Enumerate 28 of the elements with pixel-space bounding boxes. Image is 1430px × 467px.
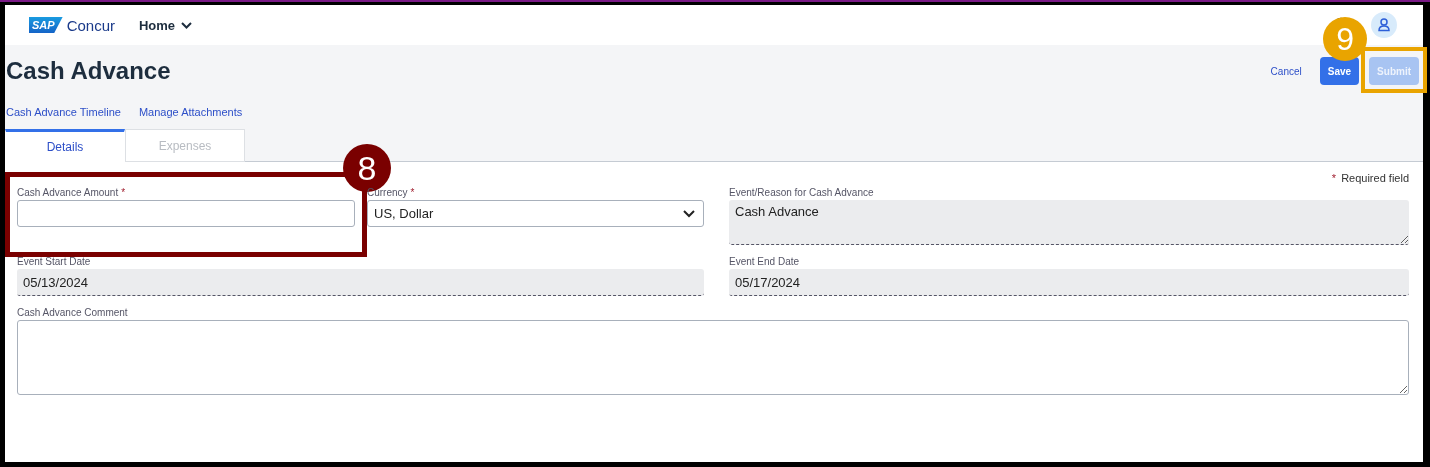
action-button[interactable]: Save — [1319, 57, 1360, 85]
page-link[interactable]: Cash Advance Timeline — [6, 106, 121, 118]
input-field[interactable]: 05/17/2024 — [729, 269, 1409, 296]
logo-mark: SAP — [29, 17, 63, 33]
page-title: Cash Advance — [5, 57, 171, 85]
required-asterisk: * — [1331, 172, 1337, 184]
chevron-down-icon — [181, 21, 193, 29]
required-asterisk: * — [121, 186, 126, 198]
required-note: Required field — [1341, 172, 1409, 184]
text-area[interactable] — [17, 320, 1409, 395]
currency-dropdown[interactable]: US, Dollar — [367, 200, 704, 227]
field-label: Cash Advance Comment — [17, 306, 128, 318]
logo-text: Concur — [66, 16, 115, 34]
tab[interactable]: Details — [5, 129, 125, 162]
field-label: Cash Advance Amount — [17, 186, 119, 198]
user-avatar-icon[interactable] — [1371, 12, 1397, 38]
required-asterisk: * — [410, 186, 415, 198]
chevron-down-icon — [683, 209, 695, 218]
text-area[interactable]: Cash Advance — [729, 200, 1409, 245]
cancel-link[interactable]: Cancel — [1262, 57, 1310, 85]
field-label: Event/Reason for Cash Advance — [729, 186, 874, 198]
input-field[interactable] — [17, 200, 355, 227]
input-field[interactable]: 05/13/2024 — [17, 269, 704, 296]
page-link[interactable]: Manage Attachments — [138, 106, 243, 118]
home-menu[interactable]: Home — [137, 15, 195, 35]
step-number-badge: 9 — [1323, 17, 1368, 61]
field-label: Event End Date — [729, 255, 800, 267]
field-label: Event Start Date — [17, 255, 91, 267]
